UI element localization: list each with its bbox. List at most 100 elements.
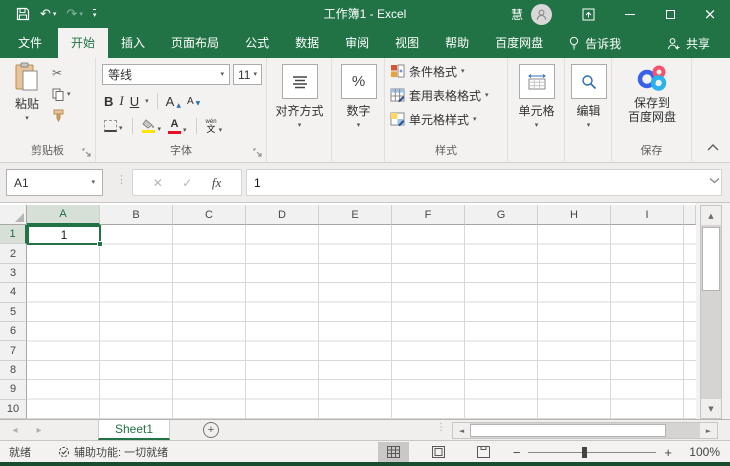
- cell-styles-button[interactable]: 单元格样式 ▾: [390, 108, 507, 130]
- tab-page-layout[interactable]: 页面布局: [158, 28, 232, 58]
- number-button[interactable]: % 数字 ▾: [340, 64, 377, 129]
- vertical-scrollbar[interactable]: ▲ ▼: [700, 205, 722, 419]
- column-header-c[interactable]: C: [173, 205, 246, 225]
- borders-dropdown-icon[interactable]: ▾: [119, 125, 123, 132]
- formula-bar-separator[interactable]: ⋮: [116, 174, 127, 185]
- name-box[interactable]: A1 ▾: [6, 169, 103, 196]
- fill-color-dropdown-icon[interactable]: ▾: [158, 126, 162, 133]
- select-all-button[interactable]: [0, 205, 27, 225]
- font-dialog-launcher[interactable]: [253, 148, 263, 158]
- maximize-button[interactable]: [650, 0, 690, 28]
- zoom-percentage[interactable]: 100%: [672, 445, 720, 459]
- row-header-8[interactable]: 8: [0, 361, 27, 380]
- ribbon-display-options-button[interactable]: [578, 5, 598, 23]
- font-name-dropdown-icon[interactable]: ▾: [220, 71, 224, 78]
- minimize-button[interactable]: [610, 0, 650, 28]
- scroll-right-button[interactable]: ►: [700, 423, 717, 438]
- tab-home[interactable]: 开始: [58, 28, 108, 58]
- save-button[interactable]: [16, 7, 30, 21]
- row-header-6[interactable]: 6: [0, 322, 27, 341]
- number-dropdown-icon[interactable]: ▾: [357, 122, 361, 129]
- phonetic-guide-button[interactable]: wén 文 ▾: [206, 119, 223, 134]
- name-box-dropdown-icon[interactable]: ▾: [91, 179, 95, 186]
- next-sheet-button[interactable]: ▸: [28, 420, 50, 440]
- zoom-in-button[interactable]: +: [664, 445, 672, 460]
- collapse-ribbon-button[interactable]: [706, 142, 720, 154]
- scroll-left-button[interactable]: ◄: [453, 423, 470, 438]
- row-header-5[interactable]: 5: [0, 303, 27, 322]
- italic-button[interactable]: I: [119, 93, 123, 109]
- worksheet-grid[interactable]: A B C D E F G H I 1 2 3 4 5 6 7 8 9 10 1: [0, 203, 730, 419]
- insert-function-button[interactable]: fx: [212, 175, 221, 191]
- tab-help[interactable]: 帮助: [432, 28, 482, 58]
- page-layout-view-button[interactable]: [423, 442, 454, 463]
- new-sheet-button[interactable]: +: [203, 422, 219, 438]
- undo-dropdown-icon[interactable]: ▾: [53, 10, 57, 18]
- row-header-4[interactable]: 4: [0, 283, 27, 302]
- column-header-e[interactable]: E: [319, 205, 392, 225]
- format-painter-button[interactable]: [52, 108, 71, 122]
- format-as-table-button[interactable]: 套用表格格式 ▾: [390, 84, 507, 106]
- font-color-button[interactable]: A ▾: [168, 119, 187, 134]
- format-as-table-dropdown-icon[interactable]: ▾: [485, 92, 489, 99]
- editing-button[interactable]: 编辑 ▾: [570, 64, 607, 129]
- tab-view[interactable]: 视图: [382, 28, 432, 58]
- copy-button[interactable]: ▾: [52, 87, 71, 101]
- alignment-button[interactable]: 对齐方式 ▾: [281, 64, 318, 129]
- tab-formulas[interactable]: 公式: [232, 28, 282, 58]
- conditional-formatting-button[interactable]: 条件格式 ▾: [390, 60, 507, 82]
- cells-button[interactable]: 单元格 ▾: [518, 64, 555, 129]
- row-header-7[interactable]: 7: [0, 341, 27, 360]
- copy-dropdown-icon[interactable]: ▾: [67, 91, 71, 98]
- borders-button[interactable]: ▾: [104, 120, 123, 132]
- phonetic-dropdown-icon[interactable]: ▾: [219, 127, 223, 134]
- user-name[interactable]: 慧: [511, 6, 523, 23]
- horizontal-scrollbar[interactable]: ◄ ►: [452, 422, 718, 439]
- previous-sheet-button[interactable]: ◂: [4, 420, 26, 440]
- cells-dropdown-icon[interactable]: ▾: [535, 122, 539, 129]
- row-header-10[interactable]: 10: [0, 400, 27, 419]
- bold-button[interactable]: B: [104, 94, 113, 109]
- page-break-preview-button[interactable]: [468, 442, 499, 463]
- scroll-up-button[interactable]: ▲: [701, 206, 721, 225]
- editing-dropdown-icon[interactable]: ▾: [587, 122, 591, 129]
- cells-area[interactable]: [27, 225, 696, 419]
- vertical-scroll-track[interactable]: [701, 291, 721, 399]
- row-header-3[interactable]: 3: [0, 264, 27, 283]
- column-header-b[interactable]: B: [100, 205, 173, 225]
- sheetbar-separator[interactable]: ⋮: [436, 423, 446, 433]
- row-header-2[interactable]: 2: [0, 244, 27, 263]
- horizontal-scroll-thumb[interactable]: [470, 424, 666, 437]
- tab-insert[interactable]: 插入: [108, 28, 158, 58]
- column-header-g[interactable]: G: [465, 205, 538, 225]
- horizontal-scroll-track[interactable]: [666, 423, 700, 438]
- row-header-9[interactable]: 9: [0, 380, 27, 399]
- paste-dropdown-icon[interactable]: ▾: [25, 115, 29, 122]
- font-color-dropdown-icon[interactable]: ▾: [183, 127, 187, 134]
- vertical-scroll-thumb[interactable]: [702, 227, 720, 291]
- column-header-f[interactable]: F: [392, 205, 465, 225]
- cancel-entry-button[interactable]: ✕: [153, 176, 163, 190]
- customize-qat-button[interactable]: ▾: [93, 9, 97, 19]
- zoom-slider[interactable]: [528, 452, 656, 453]
- column-header-a[interactable]: A: [27, 205, 100, 225]
- decrease-font-button[interactable]: A▼: [187, 96, 200, 107]
- scroll-down-button[interactable]: ▼: [701, 399, 721, 418]
- font-name-combobox[interactable]: 等线 ▾: [102, 64, 230, 85]
- row-header-1[interactable]: 1: [0, 225, 27, 244]
- fill-handle[interactable]: [97, 241, 103, 247]
- font-size-dropdown-icon[interactable]: ▾: [253, 71, 257, 78]
- cut-button[interactable]: ✂: [52, 66, 71, 80]
- share-button[interactable]: 共享: [653, 28, 724, 58]
- tab-file[interactable]: 文件: [2, 28, 58, 58]
- underline-dropdown-icon[interactable]: ▾: [145, 98, 149, 105]
- sheet-tab-sheet1[interactable]: Sheet1: [98, 420, 170, 440]
- active-cell-a1[interactable]: 1: [27, 225, 101, 245]
- conditional-formatting-dropdown-icon[interactable]: ▾: [461, 68, 465, 75]
- zoom-out-button[interactable]: −: [513, 445, 521, 460]
- font-size-combobox[interactable]: 11 ▾: [233, 64, 262, 85]
- column-header-i[interactable]: I: [611, 205, 684, 225]
- close-button[interactable]: ×: [690, 0, 730, 28]
- tab-review[interactable]: 审阅: [332, 28, 382, 58]
- cell-styles-dropdown-icon[interactable]: ▾: [473, 116, 477, 123]
